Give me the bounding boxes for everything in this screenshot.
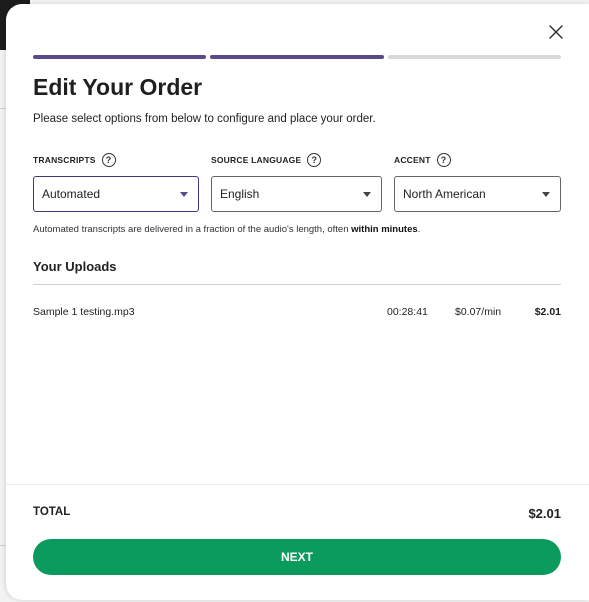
delivery-note-emphasis: within minutes <box>351 224 418 235</box>
step-progress-bar <box>33 55 561 59</box>
transcripts-field: TRANSCRIPTS ? Automated <box>33 152 199 212</box>
transcripts-select[interactable]: Automated <box>33 176 199 212</box>
source-language-label: SOURCE LANGUAGE <box>211 155 302 165</box>
transcripts-value: Automated <box>42 187 101 201</box>
modal-subtitle: Please select options from below to conf… <box>33 113 376 125</box>
accent-select[interactable]: North American <box>394 176 561 212</box>
edit-order-modal: Edit Your Order Please select options fr… <box>6 4 589 600</box>
close-icon <box>549 25 563 39</box>
upload-row: Sample 1 testing.mp3 00:28:41 $0.07/min … <box>33 306 561 322</box>
delivery-note: Automated transcripts are delivered in a… <box>33 224 420 235</box>
close-button[interactable] <box>546 22 566 42</box>
total-value: $2.01 <box>528 506 561 521</box>
next-button[interactable]: NEXT <box>33 539 561 575</box>
help-icon[interactable]: ? <box>436 153 451 167</box>
chevron-down-icon <box>180 192 188 197</box>
delivery-note-text: Automated transcripts are delivered in a… <box>33 224 352 235</box>
modal-title: Edit Your Order <box>33 74 203 100</box>
progress-step-2 <box>210 55 384 59</box>
uploads-divider <box>33 284 561 285</box>
chevron-down-icon <box>363 192 371 197</box>
uploads-heading: Your Uploads <box>33 259 117 274</box>
accent-field: ACCENT ? North American <box>394 152 561 212</box>
accent-label: ACCENT <box>394 155 431 165</box>
footer-divider <box>6 484 589 485</box>
total-label: TOTAL <box>33 506 71 518</box>
upload-duration: 00:28:41 <box>387 306 428 318</box>
progress-step-3 <box>387 55 561 59</box>
source-language-select[interactable]: English <box>211 176 382 212</box>
help-icon[interactable]: ? <box>101 153 116 167</box>
chevron-down-icon <box>542 192 550 197</box>
accent-value: North American <box>403 187 486 201</box>
delivery-note-end: . <box>417 224 421 235</box>
progress-step-1 <box>33 55 207 59</box>
source-language-value: English <box>220 187 260 201</box>
help-icon[interactable]: ? <box>307 153 322 167</box>
source-language-field: SOURCE LANGUAGE ? English <box>211 152 382 212</box>
upload-price: $2.01 <box>534 306 561 318</box>
transcripts-label: TRANSCRIPTS <box>33 155 96 165</box>
upload-file-name: Sample 1 testing.mp3 <box>33 306 135 318</box>
upload-rate: $0.07/min <box>455 306 502 318</box>
